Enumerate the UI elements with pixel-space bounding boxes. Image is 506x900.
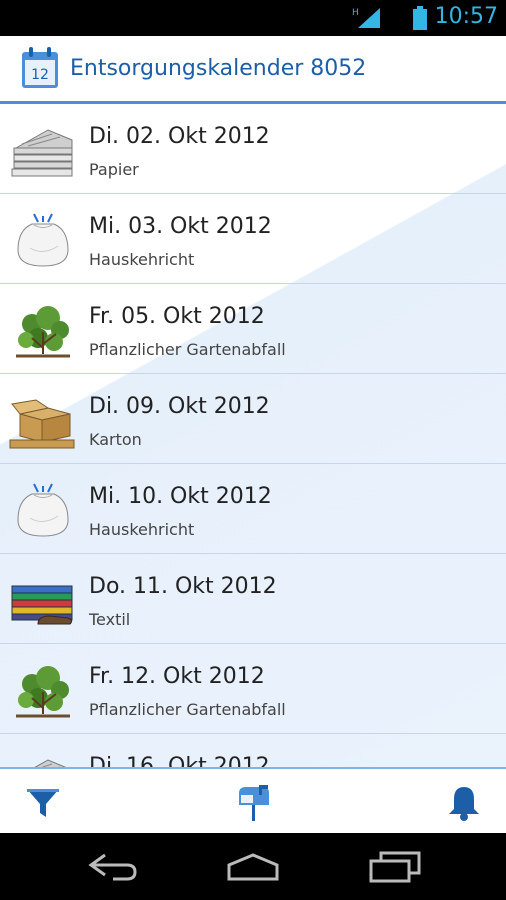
plant-icon: [16, 666, 70, 718]
app-title: Entsorgungskalender 8052: [70, 56, 367, 81]
item-date: Mi. 10. Okt 2012: [89, 484, 272, 509]
item-date: Di. 09. Okt 2012: [89, 394, 270, 419]
list-item[interactable]: Di. 09. Okt 2012 Karton: [0, 374, 506, 464]
textile-stack-icon: [11, 585, 73, 625]
item-waste-type: Pflanzlicher Gartenabfall: [89, 340, 286, 359]
item-waste-type: Hauskehricht: [89, 520, 195, 539]
system-nav-bar: [0, 833, 506, 900]
collection-list[interactable]: Di. 02. Okt 2012 Papier Mi. 03. Okt 2012 Ha…: [0, 104, 506, 767]
item-waste-type: Textil: [89, 610, 131, 629]
trash-bag-icon: [17, 213, 69, 267]
list-item[interactable]: Di. 02. Okt 2012 Papier: [0, 104, 506, 194]
network-type-label: H: [352, 8, 359, 18]
plant-icon: [16, 306, 70, 358]
item-date: Fr. 05. Okt 2012: [89, 304, 265, 329]
recent-apps-icon[interactable]: [365, 851, 425, 883]
bottom-action-bar: [0, 767, 506, 833]
cardboard-box-icon: [9, 399, 75, 449]
back-icon[interactable]: [83, 851, 143, 883]
list-item[interactable]: Do. 11. Okt 2012 Textil: [0, 554, 506, 644]
battery-icon: [413, 6, 427, 30]
list-item[interactable]: Di. 16. Okt 2012: [0, 734, 506, 767]
item-waste-type: Pflanzlicher Gartenabfall: [89, 700, 286, 719]
item-waste-type: Karton: [89, 430, 142, 449]
paper-stack-icon: [34, 759, 67, 767]
paper-stack-icon: [11, 129, 73, 177]
item-date: Mi. 03. Okt 2012: [89, 214, 272, 239]
list-item[interactable]: Fr. 12. Okt 2012 Pflanzlicher Gartenabfal…: [0, 644, 506, 734]
item-date: Di. 02. Okt 2012: [89, 124, 270, 149]
filter-icon[interactable]: [23, 783, 63, 823]
item-date: Fr. 12. Okt 2012: [89, 664, 265, 689]
status-time: 10:57: [434, 4, 498, 29]
mailbox-icon[interactable]: [233, 783, 273, 823]
item-date: Di. 16. Okt 2012: [89, 754, 270, 767]
list-item[interactable]: Mi. 03. Okt 2012 Hauskehricht: [0, 194, 506, 284]
list-item[interactable]: Fr. 05. Okt 2012 Pflanzlicher Gartenabfal…: [0, 284, 506, 374]
app-bar: 12 Entsorgungskalender 8052: [0, 36, 506, 104]
calendar-icon[interactable]: 12: [20, 46, 60, 90]
signal-icon: H: [352, 8, 380, 28]
status-bar: H 10:57: [0, 0, 506, 36]
list-item[interactable]: Mi. 10. Okt 2012 Hauskehricht: [0, 464, 506, 554]
bell-icon[interactable]: [444, 783, 484, 823]
item-waste-type: Papier: [89, 160, 139, 179]
calendar-day: 12: [31, 67, 49, 83]
home-icon[interactable]: [223, 851, 283, 883]
item-waste-type: Hauskehricht: [89, 250, 195, 269]
item-date: Do. 11. Okt 2012: [89, 574, 277, 599]
trash-bag-icon: [17, 483, 69, 537]
